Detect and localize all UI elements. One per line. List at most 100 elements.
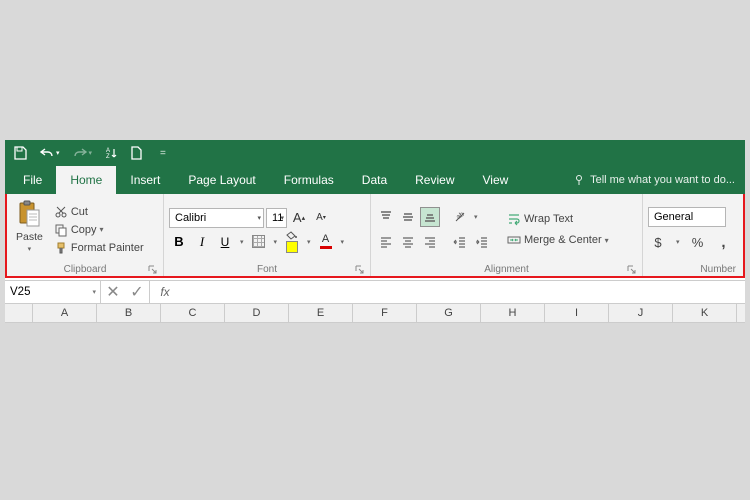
group-font: Calibri▾ 11▾ A▴ A▾ B I U▾ ▾ ▾ A▾ bbox=[164, 194, 371, 276]
group-number: General $▾ % , Number bbox=[643, 194, 743, 276]
formula-bar: V25 ▾ ✕ ✓ fx bbox=[5, 280, 745, 304]
font-size-combo[interactable]: 11▾ bbox=[266, 208, 287, 228]
cancel-formula-icon[interactable]: ✕ bbox=[101, 282, 125, 302]
merge-center-button[interactable]: Merge & Center ▾ bbox=[504, 232, 612, 248]
group-clipboard: Paste ▾ Cut Copy ▾ bbox=[7, 194, 164, 276]
decrease-font-icon[interactable]: A▾ bbox=[311, 208, 331, 228]
tab-view[interactable]: View bbox=[469, 166, 523, 194]
increase-font-icon[interactable]: A▴ bbox=[289, 208, 309, 228]
comma-format-icon[interactable]: , bbox=[714, 232, 734, 252]
tab-home[interactable]: Home bbox=[56, 166, 116, 194]
chevron-down-icon[interactable]: ▾ bbox=[674, 238, 682, 246]
group-label-font: Font bbox=[169, 262, 365, 275]
chevron-down-icon[interactable]: ▾ bbox=[272, 238, 280, 246]
tell-me-search[interactable]: Tell me what you want to do... bbox=[564, 166, 745, 194]
copy-icon bbox=[54, 223, 68, 237]
accounting-format-icon[interactable]: $ bbox=[648, 232, 668, 252]
column-header[interactable]: D bbox=[225, 304, 289, 322]
align-left-icon[interactable] bbox=[376, 232, 396, 252]
scissors-icon bbox=[54, 205, 68, 219]
svg-text:Z: Z bbox=[106, 154, 110, 160]
align-top-icon[interactable] bbox=[376, 207, 396, 227]
column-header[interactable]: H bbox=[481, 304, 545, 322]
formula-input[interactable] bbox=[180, 281, 745, 303]
chevron-down-icon: ▾ bbox=[257, 214, 261, 222]
wrap-text-button[interactable]: Wrap Text bbox=[504, 211, 612, 227]
orientation-icon[interactable]: ab bbox=[450, 207, 470, 227]
save-icon[interactable] bbox=[13, 146, 27, 160]
merge-icon bbox=[507, 233, 521, 247]
chevron-down-icon[interactable]: ▾ bbox=[305, 238, 313, 246]
copy-label: Copy bbox=[71, 224, 97, 236]
copy-button[interactable]: Copy ▾ bbox=[51, 222, 147, 238]
paste-dropdown-icon: ▾ bbox=[26, 245, 34, 253]
tab-data[interactable]: Data bbox=[348, 166, 401, 194]
clipboard-launcher-icon[interactable] bbox=[147, 264, 157, 274]
group-label-clipboard: Clipboard bbox=[12, 262, 158, 275]
font-color-button[interactable]: A bbox=[316, 232, 336, 252]
tab-file[interactable]: File bbox=[9, 166, 56, 194]
chevron-down-icon[interactable]: ▾ bbox=[238, 238, 246, 246]
column-header[interactable]: A bbox=[33, 304, 97, 322]
sort-az-icon[interactable]: AZ bbox=[104, 146, 118, 160]
font-launcher-icon[interactable] bbox=[354, 264, 364, 274]
column-header[interactable]: G bbox=[417, 304, 481, 322]
tab-formulas[interactable]: Formulas bbox=[270, 166, 348, 194]
alignment-launcher-icon[interactable] bbox=[626, 264, 636, 274]
decrease-indent-icon[interactable] bbox=[450, 232, 470, 252]
redo-icon[interactable]: ▾ bbox=[72, 146, 93, 160]
column-header[interactable]: E bbox=[289, 304, 353, 322]
wrap-text-icon bbox=[507, 212, 521, 226]
column-header[interactable]: B bbox=[97, 304, 161, 322]
align-middle-icon[interactable] bbox=[398, 207, 418, 227]
tab-insert[interactable]: Insert bbox=[116, 166, 174, 194]
group-label-alignment: Alignment bbox=[376, 262, 637, 275]
tab-review[interactable]: Review bbox=[401, 166, 468, 194]
fill-color-button[interactable] bbox=[282, 232, 302, 252]
border-button[interactable] bbox=[249, 232, 269, 252]
font-color-icon: A bbox=[320, 234, 332, 249]
column-headers: A B C D E F G H I J K bbox=[5, 304, 745, 323]
chevron-down-icon: ▾ bbox=[280, 214, 284, 222]
column-header[interactable]: K bbox=[673, 304, 737, 322]
paste-button[interactable]: Paste ▾ bbox=[12, 197, 47, 262]
paste-icon bbox=[16, 199, 42, 229]
border-icon bbox=[252, 235, 265, 248]
column-header[interactable]: J bbox=[609, 304, 673, 322]
percent-format-icon[interactable]: % bbox=[688, 232, 708, 252]
group-alignment: ab▾ Wrap Text bbox=[371, 194, 643, 276]
align-right-icon[interactable] bbox=[420, 232, 440, 252]
insert-function-button[interactable]: fx bbox=[150, 281, 180, 303]
tab-page-layout[interactable]: Page Layout bbox=[174, 166, 269, 194]
chevron-down-icon[interactable]: ▾ bbox=[472, 213, 480, 221]
paste-label: Paste bbox=[16, 231, 43, 243]
column-header[interactable]: I bbox=[545, 304, 609, 322]
name-box[interactable]: V25 ▾ bbox=[5, 281, 101, 303]
select-all-corner[interactable] bbox=[5, 304, 33, 322]
format-painter-button[interactable]: Format Painter bbox=[51, 240, 147, 256]
align-bottom-icon[interactable] bbox=[420, 207, 440, 227]
cut-label: Cut bbox=[71, 206, 88, 218]
quick-access-toolbar: ▾ ▾ AZ = bbox=[5, 140, 745, 166]
column-header[interactable]: C bbox=[161, 304, 225, 322]
bucket-icon bbox=[286, 231, 298, 253]
cut-button[interactable]: Cut bbox=[51, 204, 147, 220]
italic-button[interactable]: I bbox=[192, 232, 212, 252]
qat-customize-icon[interactable]: = bbox=[160, 148, 166, 159]
bold-button[interactable]: B bbox=[169, 232, 189, 252]
tell-me-label: Tell me what you want to do... bbox=[590, 174, 735, 186]
undo-icon[interactable]: ▾ bbox=[39, 146, 60, 160]
ribbon-tabs: File Home Insert Page Layout Formulas Da… bbox=[5, 166, 745, 194]
chevron-down-icon: ▾ bbox=[92, 288, 96, 296]
align-center-icon[interactable] bbox=[398, 232, 418, 252]
increase-indent-icon[interactable] bbox=[472, 232, 492, 252]
column-header[interactable]: F bbox=[353, 304, 417, 322]
enter-formula-icon[interactable]: ✓ bbox=[125, 282, 149, 302]
underline-button[interactable]: U bbox=[215, 232, 235, 252]
format-painter-label: Format Painter bbox=[71, 242, 144, 254]
font-name-combo[interactable]: Calibri▾ bbox=[169, 208, 264, 228]
new-doc-icon[interactable] bbox=[130, 146, 142, 160]
number-format-combo[interactable]: General bbox=[648, 207, 726, 227]
ribbon: Paste ▾ Cut Copy ▾ bbox=[7, 194, 743, 276]
chevron-down-icon[interactable]: ▾ bbox=[339, 238, 347, 246]
